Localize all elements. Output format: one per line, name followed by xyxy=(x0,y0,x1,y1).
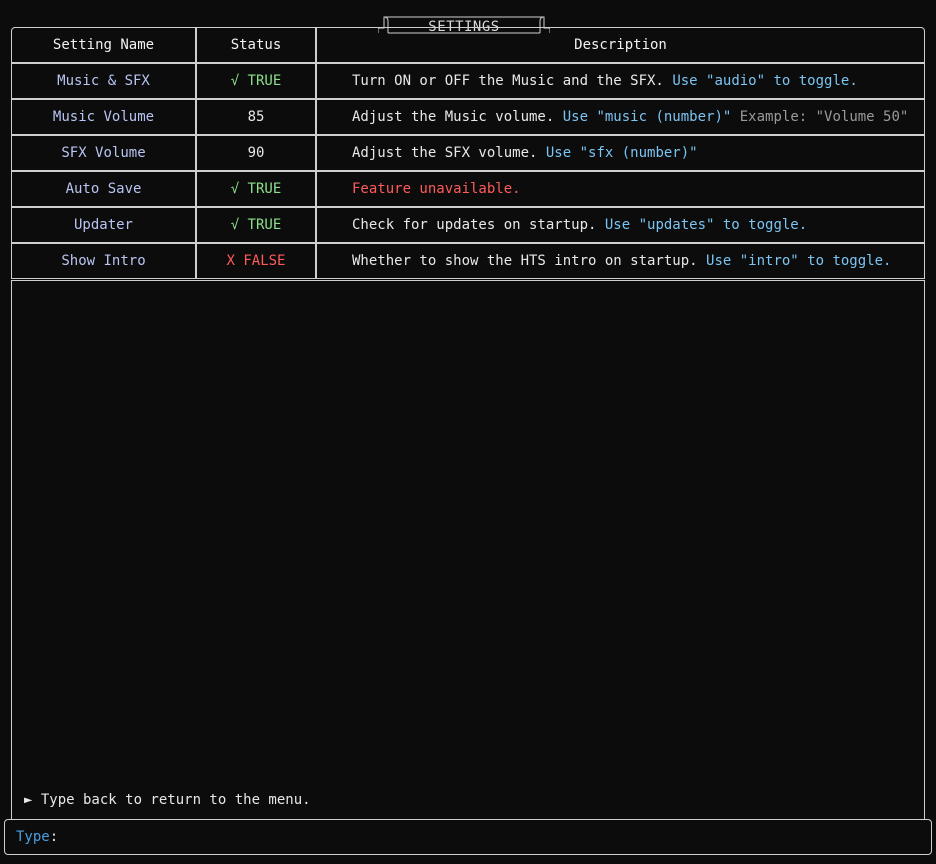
row-auto-save-name: Auto Save xyxy=(11,171,196,207)
prompt-label: Type xyxy=(16,829,50,845)
row-updater-description: Check for updates on startup. Use "updat… xyxy=(316,207,925,243)
row-sfx-volume-description: Adjust the SFX volume. Use "sfx (number)… xyxy=(316,135,925,171)
description-text: Adjust the Music volume. xyxy=(352,109,555,125)
description-text: Check for updates on startup. xyxy=(352,217,597,233)
row-show-intro-description: Whether to show the HTS intro on startup… xyxy=(316,243,925,279)
row-auto-save-description: Feature unavailable. xyxy=(316,171,925,207)
description-hint: Use "updates" to toggle. xyxy=(604,217,808,233)
row-show-intro-name: Show Intro xyxy=(11,243,196,279)
command-input-bar[interactable]: Type: xyxy=(4,819,932,855)
description-hint: Use "sfx (number)" xyxy=(545,145,698,161)
output-panel xyxy=(11,280,925,820)
row-music-volume-name: Music Volume xyxy=(11,99,196,135)
row-auto-save-status: √ TRUE xyxy=(196,171,316,207)
description-text: Adjust the SFX volume. xyxy=(352,145,538,161)
header-description: Description xyxy=(316,27,925,63)
row-updater-name: Updater xyxy=(11,207,196,243)
back-hint: ► Type back to return to the menu. xyxy=(24,792,311,808)
row-music-sfx-name: Music & SFX xyxy=(11,63,196,99)
description-text: Whether to show the HTS intro on startup… xyxy=(352,253,698,269)
row-music-sfx-description: Turn ON or OFF the Music and the SFX. Us… xyxy=(316,63,925,99)
prompt-colon: : xyxy=(49,829,59,845)
row-updater-status: √ TRUE xyxy=(196,207,316,243)
row-music-volume-description: Adjust the Music volume. Use "music (num… xyxy=(316,99,925,135)
settings-screen: SETTINGS Setting Name Status Description… xyxy=(0,0,936,864)
row-music-volume-status: 85 xyxy=(196,99,316,135)
header-setting-name: Setting Name xyxy=(11,27,196,63)
description-error: Feature unavailable. xyxy=(352,181,521,197)
row-music-sfx-status: √ TRUE xyxy=(196,63,316,99)
row-sfx-volume-name: SFX Volume xyxy=(11,135,196,171)
row-sfx-volume-status: 90 xyxy=(196,135,316,171)
header-status: Status xyxy=(196,27,316,63)
description-hint: Use "intro" to toggle. xyxy=(706,253,892,269)
command-input[interactable] xyxy=(62,828,931,846)
description-example: Example: "Volume 50" xyxy=(739,109,909,125)
description-hint: Use "music (number)" xyxy=(562,109,732,125)
row-show-intro-status: X FALSE xyxy=(196,243,316,279)
description-hint: Use "audio" to toggle. xyxy=(672,73,858,89)
description-text: Turn ON or OFF the Music and the SFX. xyxy=(352,73,664,89)
